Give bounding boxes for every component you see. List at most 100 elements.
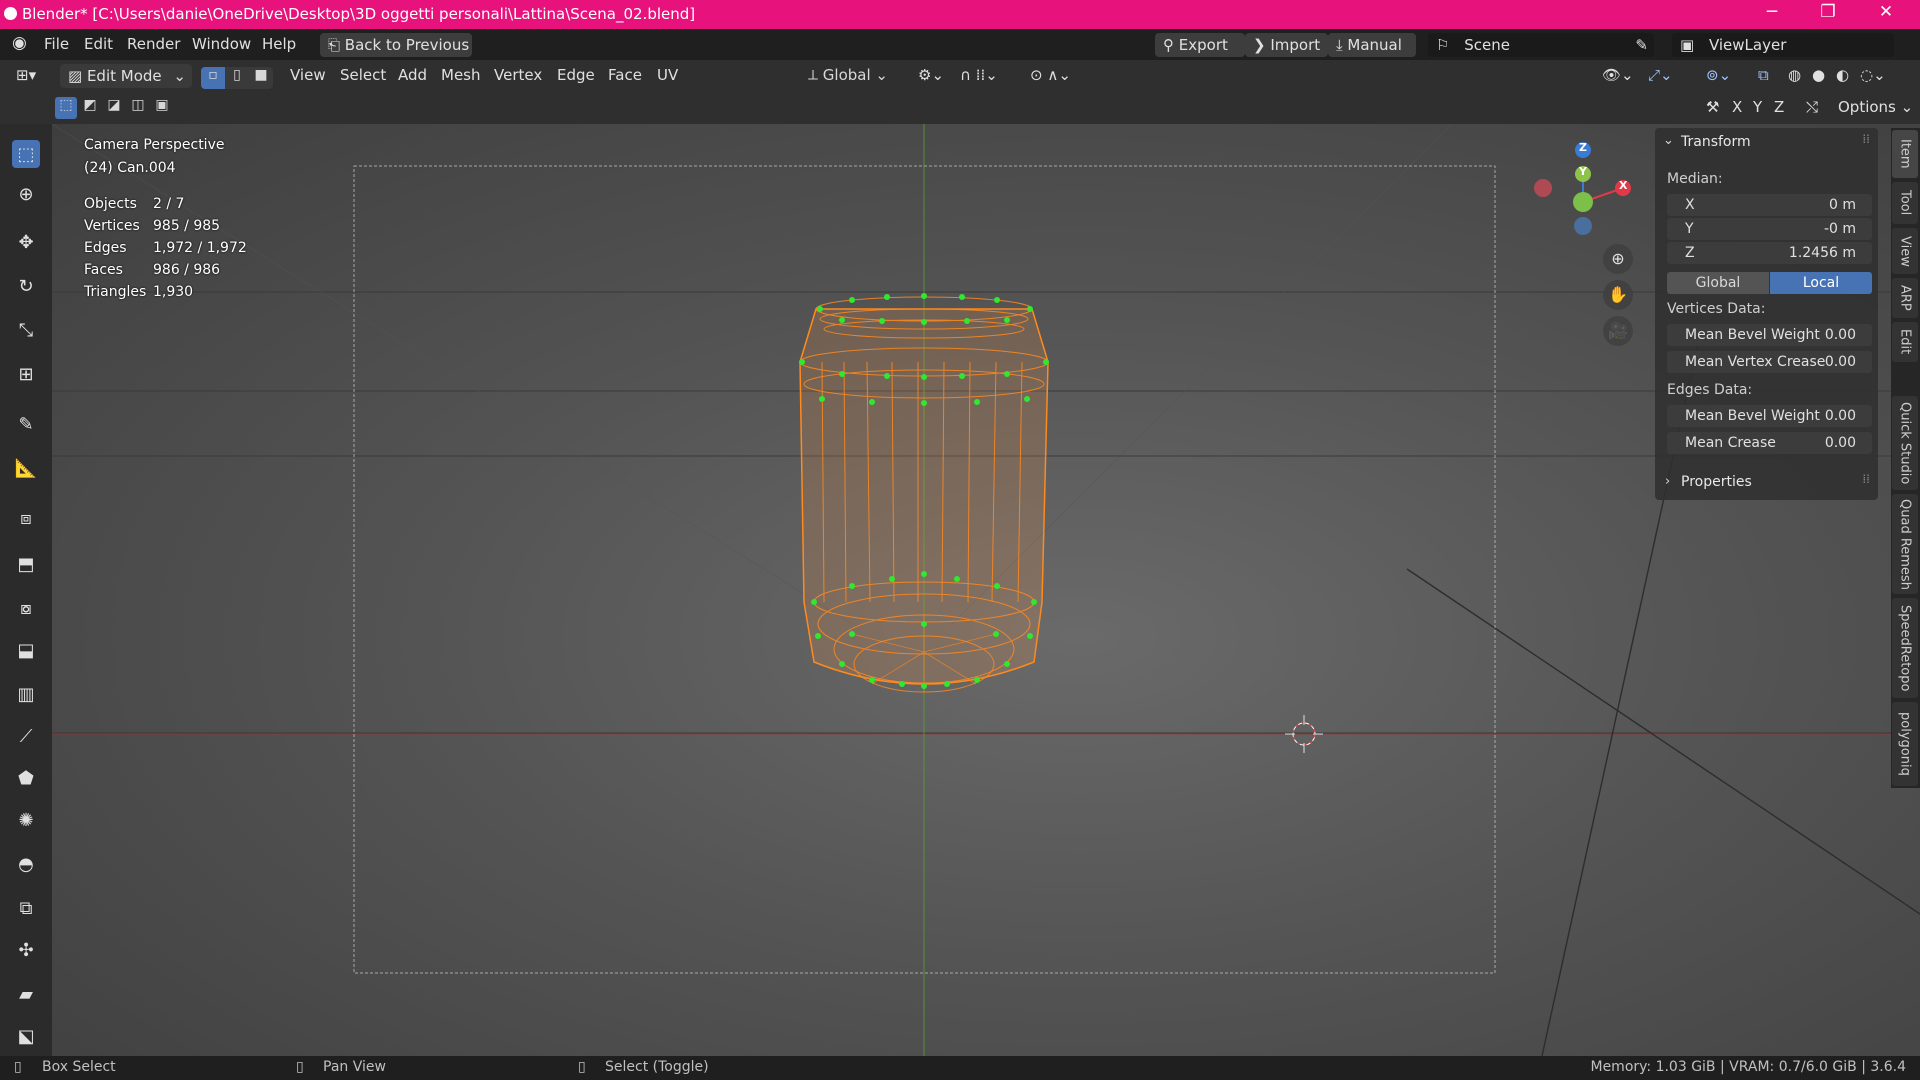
manual-button[interactable]: ⤓ Manual bbox=[1328, 33, 1416, 57]
mirror-x[interactable]: X bbox=[1732, 98, 1742, 116]
header-menu-add[interactable]: Add bbox=[398, 66, 427, 84]
tab-tool[interactable]: Tool bbox=[1892, 182, 1918, 224]
properties-panel-header[interactable]: › Properties ⁞⁞ bbox=[1655, 470, 1878, 496]
header-menu-uv[interactable]: UV bbox=[657, 66, 678, 84]
scene-selector[interactable]: ⚐ Scene ✎ bbox=[1428, 33, 1654, 57]
auto-merge-icon[interactable]: ⤭ bbox=[1806, 98, 1818, 116]
camera-view-icon[interactable]: 🎥 bbox=[1603, 316, 1633, 346]
3d-viewport[interactable]: Z Y X ⊕ ✋ 🎥 Camera Perspective (24) Can.… bbox=[52, 124, 1920, 1056]
select-extend-icon[interactable]: ◩ bbox=[79, 97, 101, 119]
transform-orientation-dropdown[interactable]: ⟂ Global ⌄ bbox=[808, 66, 888, 84]
proportional-edit-icon[interactable]: ⊙ ∧⌄ bbox=[1030, 66, 1071, 84]
shear-tool-icon[interactable]: ▰ bbox=[12, 980, 40, 1008]
local-toggle[interactable]: Local bbox=[1770, 272, 1872, 294]
inset-tool-icon[interactable]: ⧇ bbox=[12, 594, 40, 622]
tab-speedretopo[interactable]: SpeedRetopo bbox=[1892, 598, 1918, 698]
tab-item[interactable]: Item bbox=[1892, 130, 1918, 178]
mirror-y[interactable]: Y bbox=[1753, 98, 1762, 116]
shading-solid-icon[interactable]: ● bbox=[1812, 66, 1825, 84]
menu-edit[interactable]: Edit bbox=[84, 35, 113, 53]
gizmo-toggle-icon[interactable]: ⤢⌄ bbox=[1648, 66, 1673, 84]
select-box-tool-icon[interactable]: ⬚ bbox=[12, 140, 40, 168]
drag-handle-icon[interactable]: ⁞⁞ bbox=[1862, 132, 1870, 146]
measure-tool-icon[interactable]: 📐 bbox=[12, 454, 40, 482]
rip-tool-icon[interactable]: ⬕ bbox=[12, 1022, 40, 1050]
header-menu-view[interactable]: View bbox=[290, 66, 326, 84]
spin-tool-icon[interactable]: ✺ bbox=[12, 806, 40, 834]
header-menu-face[interactable]: Face bbox=[608, 66, 642, 84]
mean-vertex-crease-field[interactable]: Mean Vertex Crease 0.00 bbox=[1667, 351, 1872, 373]
xray-toggle-icon[interactable]: ⧉ bbox=[1758, 66, 1769, 84]
header-menu-vertex[interactable]: Vertex bbox=[494, 66, 542, 84]
global-toggle[interactable]: Global bbox=[1667, 272, 1769, 294]
add-cube-tool-icon[interactable]: ⧈ bbox=[12, 504, 40, 532]
cursor-tool-icon[interactable]: ⊕ bbox=[12, 180, 40, 208]
viewlayer-selector[interactable]: ▣ ViewLayer bbox=[1672, 33, 1894, 57]
pivot-point-icon[interactable]: ⚙⌄ bbox=[918, 66, 944, 84]
drag-handle-icon[interactable]: ⁞⁞ bbox=[1862, 472, 1870, 486]
smooth-tool-icon[interactable]: ◓ bbox=[12, 850, 40, 878]
mean-bevel-weight-edge-field[interactable]: Mean Bevel Weight 0.00 bbox=[1667, 405, 1872, 427]
shrink-fatten-tool-icon[interactable]: ✣ bbox=[12, 936, 40, 964]
edge-select-icon[interactable]: ▯ bbox=[225, 67, 249, 89]
tab-quick-studio[interactable]: Quick Studio bbox=[1892, 396, 1918, 490]
loop-cut-tool-icon[interactable]: ▥ bbox=[12, 680, 40, 708]
blender-menu-icon[interactable]: ◉ bbox=[12, 33, 27, 53]
visibility-icon[interactable]: 👁⌄ bbox=[1602, 66, 1634, 84]
transform-panel-header[interactable]: ⌄ Transform ⁞⁞ bbox=[1655, 128, 1878, 156]
maximize-button[interactable]: ❐ bbox=[1808, 2, 1848, 22]
transform-tool-icon[interactable]: ⊞ bbox=[12, 360, 40, 388]
mean-crease-field[interactable]: Mean Crease 0.00 bbox=[1667, 432, 1872, 454]
tab-quad-remesh[interactable]: Quad Remesh bbox=[1892, 494, 1918, 594]
tab-polygoniq[interactable]: polygoniq bbox=[1892, 702, 1918, 786]
overlay-toggle-icon[interactable]: ⊚⌄ bbox=[1706, 66, 1731, 84]
median-z-field[interactable]: Z 1.2456 m bbox=[1667, 242, 1872, 264]
header-menu-mesh[interactable]: Mesh bbox=[441, 66, 481, 84]
mirror-z[interactable]: Z bbox=[1774, 98, 1784, 116]
poly-build-tool-icon[interactable]: ⬟ bbox=[12, 764, 40, 792]
shading-wireframe-icon[interactable]: ◍ bbox=[1788, 66, 1801, 84]
import-button[interactable]: ❯ Import bbox=[1245, 33, 1328, 57]
select-new-icon[interactable]: ⬚ bbox=[55, 97, 77, 119]
options-dropdown[interactable]: Options ⌄ bbox=[1838, 98, 1913, 116]
menu-window[interactable]: Window bbox=[192, 35, 251, 53]
editor-type-icon[interactable]: ⊞▾ bbox=[16, 66, 36, 84]
menu-file[interactable]: File bbox=[44, 35, 69, 53]
select-intersect-icon[interactable]: ▣ bbox=[151, 97, 173, 119]
header-menu-edge[interactable]: Edge bbox=[557, 66, 595, 84]
mirror-icon[interactable]: ⚒ bbox=[1706, 98, 1719, 116]
face-select-icon[interactable]: ■ bbox=[249, 67, 273, 89]
knife-tool-icon[interactable]: ⟋ bbox=[12, 722, 40, 750]
snap-icon[interactable]: ∩ ⁞⁞⌄ bbox=[960, 66, 998, 84]
select-invert-icon[interactable]: ◫ bbox=[127, 97, 149, 119]
annotate-tool-icon[interactable]: ✎ bbox=[12, 410, 40, 438]
rotate-tool-icon[interactable]: ↻ bbox=[12, 272, 40, 300]
tab-edit[interactable]: Edit bbox=[1892, 322, 1918, 362]
minimize-button[interactable]: ─ bbox=[1752, 2, 1792, 22]
mean-bevel-weight-vertex-field[interactable]: Mean Bevel Weight 0.00 bbox=[1667, 324, 1872, 346]
pan-hand-icon[interactable]: ✋ bbox=[1603, 280, 1633, 310]
tab-view[interactable]: View bbox=[1892, 228, 1918, 274]
pin-icon[interactable]: ✎ bbox=[1635, 36, 1648, 54]
back-to-previous-button[interactable]: ⎗ Back to Previous bbox=[320, 33, 472, 57]
tab-arp[interactable]: ARP bbox=[1892, 278, 1918, 318]
extrude-tool-icon[interactable]: ⬒ bbox=[12, 550, 40, 578]
median-x-field[interactable]: X 0 m bbox=[1667, 194, 1872, 216]
mode-dropdown[interactable]: ▨ Edit Mode ⌄ bbox=[60, 64, 192, 88]
menu-render[interactable]: Render bbox=[127, 35, 180, 53]
bevel-tool-icon[interactable]: ⬓ bbox=[12, 636, 40, 664]
median-y-field[interactable]: Y -0 m bbox=[1667, 218, 1872, 240]
menu-help[interactable]: Help bbox=[262, 35, 296, 53]
vertex-select-icon[interactable]: ▫ bbox=[201, 67, 225, 89]
shading-rendered-icon[interactable]: ◌⌄ bbox=[1860, 66, 1886, 84]
export-button[interactable]: ⚲ Export bbox=[1155, 33, 1245, 57]
move-tool-icon[interactable]: ✥ bbox=[12, 228, 40, 256]
zoom-icon[interactable]: ⊕ bbox=[1603, 244, 1633, 274]
shading-material-icon[interactable]: ◐ bbox=[1836, 66, 1849, 84]
select-subtract-icon[interactable]: ◪ bbox=[103, 97, 125, 119]
edge-slide-tool-icon[interactable]: ⧉ bbox=[12, 894, 40, 922]
navigation-gizmo[interactable] bbox=[1534, 142, 1631, 235]
scale-tool-icon[interactable]: ⤡ bbox=[12, 316, 40, 344]
header-menu-select[interactable]: Select bbox=[340, 66, 386, 84]
close-button[interactable]: ✕ bbox=[1866, 2, 1906, 22]
